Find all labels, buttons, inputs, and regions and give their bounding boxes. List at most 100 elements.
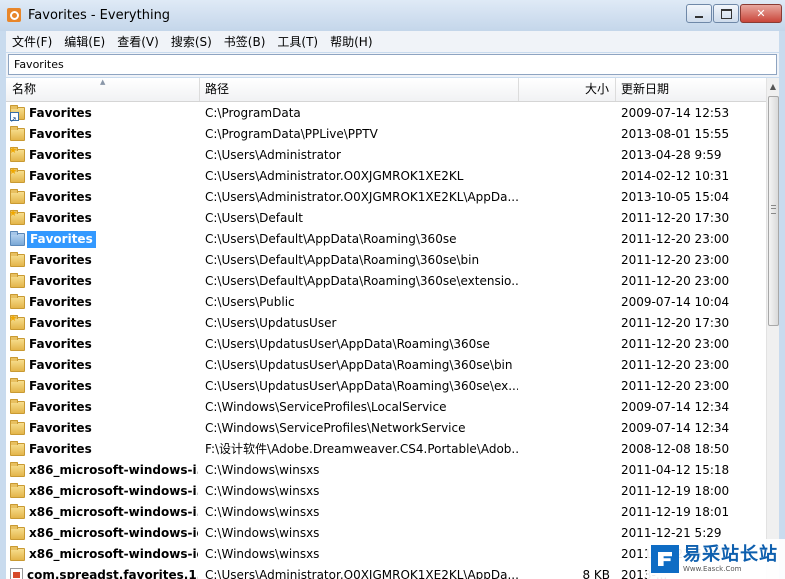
file-size [519, 355, 610, 376]
name-cell: ★ Favorites [10, 145, 198, 166]
modified-date: 2011-12-20 23:00 [621, 274, 730, 288]
file-path: F:\设计软件\Adobe.Dreamweaver.CS4.Portable\A… [205, 442, 518, 456]
file-path: C:\ProgramData\PPLive\PPTV [205, 127, 378, 141]
favorites-folder-icon: ★ [10, 147, 25, 162]
file-path: C:\Windows\winsxs [205, 526, 320, 540]
file-name: com.spreadst.favorites.1.p... [27, 568, 198, 579]
file-path: C:\Windows\winsxs [205, 463, 320, 477]
table-row[interactable]: Favorites C:\Users\Default\AppData\Roamin… [6, 229, 767, 250]
site-watermark: 易采站长站 Www.Easck.Com [647, 539, 785, 579]
folder-icon [10, 546, 25, 561]
modified-date: 2011-12-20 23:00 [621, 253, 730, 267]
table-row[interactable]: Favorites C:\Users\UpdatusUser\AppData\Ro… [6, 334, 767, 355]
column-header-size[interactable]: 大小 [519, 78, 616, 101]
file-name: x86_microsoft-windows-ie-... [29, 526, 198, 540]
table-row[interactable]: Favorites C:\Windows\ServiceProfiles\Loca… [6, 397, 767, 418]
file-name: Favorites [29, 190, 92, 204]
table-row[interactable]: Favorites C:\Windows\ServiceProfiles\Netw… [6, 418, 767, 439]
name-cell: ★ Favorites [10, 208, 198, 229]
table-row[interactable]: Favorites F:\设计软件\Adobe.Dreamweaver.CS4.P… [6, 439, 767, 460]
table-row[interactable]: ★ Favorites C:\Users\Default 2011-12-20 17:… [6, 208, 767, 229]
file-name: Favorites [29, 211, 92, 225]
sort-ascending-icon: ▲ [100, 78, 106, 86]
folder-icon [10, 252, 25, 267]
table-row[interactable]: ★ Favorites C:\Users\UpdatusUser 2011-12-20… [6, 313, 767, 334]
name-cell: Favorites [10, 229, 198, 250]
name-cell: Favorites [10, 439, 198, 460]
file-path: C:\Users\Administrator.O0XJGMROK1XE2KL\A… [205, 568, 518, 579]
folder-icon [10, 420, 25, 435]
maximize-button[interactable] [713, 4, 739, 23]
file-size [519, 418, 610, 439]
modified-date: 2011-12-19 18:00 [621, 484, 730, 498]
file-size [519, 376, 610, 397]
folder-icon [10, 273, 25, 288]
column-header-date[interactable]: 更新日期 [616, 78, 767, 101]
file-name: Favorites [29, 274, 92, 288]
table-row[interactable]: Favorites C:\ProgramData\PPLive\PPTV 2013-… [6, 124, 767, 145]
folder-icon [10, 126, 25, 141]
menu-file[interactable]: 文件(F) [6, 33, 58, 50]
name-cell: Favorites [10, 292, 198, 313]
table-row[interactable]: x86_microsoft-windows-i..f... C:\Windows\… [6, 502, 767, 523]
column-name-label: 名称 [12, 82, 37, 96]
modified-date: 2011-12-20 23:00 [621, 358, 730, 372]
table-row[interactable]: x86_microsoft-windows-i..f... C:\Windows\… [6, 481, 767, 502]
modified-date: 2009-07-14 12:34 [621, 400, 730, 414]
file-path: C:\Windows\winsxs [205, 484, 320, 498]
table-row[interactable]: ★ Favorites C:\Users\Administrator 2013-04-… [6, 145, 767, 166]
file-size [519, 145, 610, 166]
file-path: C:\Windows\winsxs [205, 547, 320, 561]
file-path: C:\Users\Administrator [205, 148, 341, 162]
file-path: C:\Windows\ServiceProfiles\LocalService [205, 400, 447, 414]
file-size [519, 481, 610, 502]
name-cell: Favorites [10, 271, 198, 292]
menu-tools[interactable]: 工具(T) [271, 33, 324, 50]
table-row[interactable]: Favorites C:\Users\UpdatusUser\AppData\Ro… [6, 355, 767, 376]
menu-bookmarks[interactable]: 书签(B) [218, 33, 272, 50]
modified-date: 2011-12-20 17:30 [621, 211, 730, 225]
minimize-icon [695, 15, 703, 18]
name-cell: Favorites [10, 103, 198, 124]
scroll-grip-icon [771, 205, 776, 214]
watermark-title: 易采站长站 [683, 543, 778, 565]
search-bar [6, 53, 779, 77]
table-row[interactable]: Favorites C:\Users\UpdatusUser\AppData\Ro… [6, 376, 767, 397]
file-path: C:\Windows\winsxs [205, 505, 320, 519]
search-input[interactable] [8, 54, 777, 75]
file-path: C:\Windows\ServiceProfiles\NetworkServic… [205, 421, 466, 435]
scrollbar-thumb[interactable] [768, 96, 779, 326]
file-name: Favorites [27, 231, 96, 248]
name-cell: Favorites [10, 250, 198, 271]
table-row[interactable]: Favorites C:\Users\Default\AppData\Roamin… [6, 271, 767, 292]
table-row[interactable]: Favorites C:\Users\Administrator.O0XJGMRO… [6, 187, 767, 208]
file-path: C:\Users\Default\AppData\Roaming\360se\b… [205, 253, 480, 267]
minimize-button[interactable] [686, 4, 712, 23]
file-path: C:\Users\UpdatusUser\AppData\Roaming\360… [205, 358, 513, 372]
scroll-up-arrow-icon[interactable]: ▲ [767, 78, 779, 95]
table-row[interactable]: Favorites C:\ProgramData 2009-07-14 12:53 [6, 103, 767, 124]
column-header: 名称 ▲ 路径 大小 更新日期 [6, 78, 767, 102]
menu-edit[interactable]: 编辑(E) [58, 33, 111, 50]
window-title: Favorites - Everything [28, 8, 171, 23]
modified-date: 2013-04-28 9:59 [621, 148, 722, 162]
column-header-name[interactable]: 名称 ▲ [6, 78, 200, 101]
table-row[interactable]: Favorites C:\Users\Default\AppData\Roamin… [6, 250, 767, 271]
name-cell: Favorites [10, 418, 198, 439]
folder-icon [10, 399, 25, 414]
table-row[interactable]: x86_microsoft-windows-i..f... C:\Windows\… [6, 460, 767, 481]
menu-help[interactable]: 帮助(H) [324, 33, 378, 50]
table-row[interactable]: ★ Favorites C:\Users\Administrator.O0XJGMR… [6, 166, 767, 187]
file-name: Favorites [29, 421, 92, 435]
file-name: Favorites [29, 148, 92, 162]
file-size [519, 187, 610, 208]
table-row[interactable]: Favorites C:\Users\Public 2009-07-14 10:04 [6, 292, 767, 313]
menu-search[interactable]: 搜索(S) [165, 33, 218, 50]
menu-view[interactable]: 查看(V) [111, 33, 165, 50]
close-button[interactable]: ✕ [740, 4, 782, 23]
favorites-folder-icon: ★ [10, 210, 25, 225]
everything-app-icon [7, 8, 21, 22]
vertical-scrollbar[interactable]: ▲ [766, 78, 779, 579]
file-size [519, 397, 610, 418]
column-header-path[interactable]: 路径 [200, 78, 519, 101]
